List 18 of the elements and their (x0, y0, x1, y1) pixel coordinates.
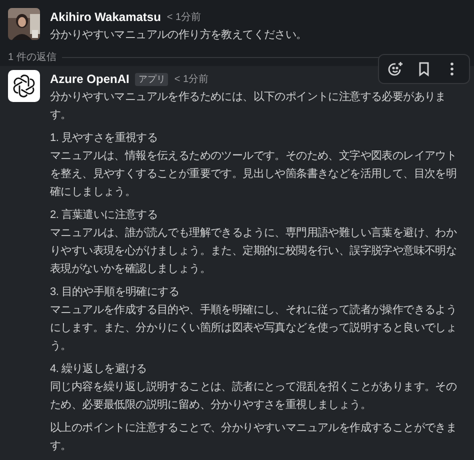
timestamp[interactable]: < 1分前 (174, 72, 209, 86)
section-text: マニュアルは、誰が読んでも理解できるように、専門用語や難しい言葉を避け、わかりやすい表現を心がけましょう。また、定期的に校閲を行い、誤字脱字や意味不明な表現がないかを確認しましょう。 (50, 226, 458, 277)
timestamp[interactable]: < 1分前 (166, 10, 202, 24)
section-text: マニュアルは、情報を伝えるためのツールです。そのため、文字や図表のレイアウトを整え、見やすくすることが重要です。見出しや箇条書きなどを活用して、目次を明確にしましょう。 (50, 148, 458, 200)
section-heading: 3. 目的や手順を明確にする (50, 285, 180, 300)
section-text: マニュアルを作成する目的や、手順を明確にし、それに従って読者が操作できるようにします。また、分かりにくい箇所は図表や写真などを使って説明すると良いでしょう。 (50, 303, 458, 354)
message-text: 以上のポイントに注意することで、分かりやすいマニュアルを作成することができます。 (50, 420, 458, 454)
app-badge: アプリ (135, 72, 168, 86)
reply-count[interactable]: 1 件の返信 (8, 50, 56, 64)
message-text: 分かりやすいマニュアルを作るためには、以下のポイントに注意する必要があります。 (50, 90, 447, 123)
section-heading: 4. 繰り返しを避ける (50, 362, 148, 377)
author-name[interactable]: Akihiro Wakamatsu (50, 10, 161, 24)
knot-logo-icon (8, 70, 40, 102)
section-heading: 2. 言葉遣いに注意する (50, 208, 159, 223)
section-text: 同じ内容を繰り返し説明することは、読者にとって混乱を招くことがあります。そのため、必要最低限の説明に留め、分かりやすさを重視しましょう。 (50, 380, 458, 413)
section-heading: 1. 見やすさを重視する (50, 131, 159, 146)
author-name[interactable]: Azure OpenAI (50, 72, 130, 86)
message-text: 分かりやすいマニュアルの作り方を教えてください。 (50, 28, 308, 43)
